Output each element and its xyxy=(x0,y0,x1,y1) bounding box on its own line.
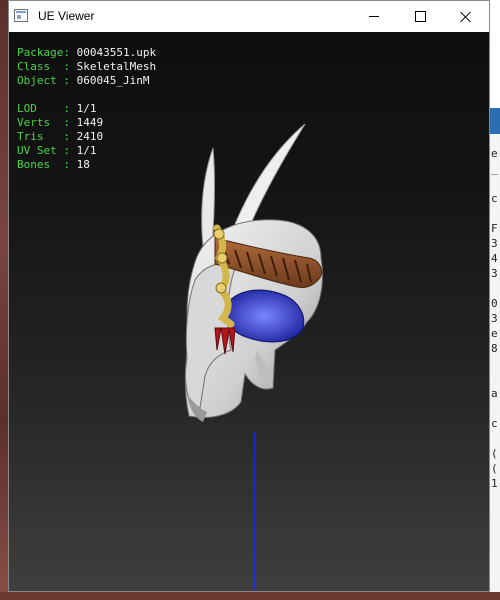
desktop-background-left xyxy=(0,0,8,600)
close-button[interactable] xyxy=(443,1,489,32)
headdress-mesh-render xyxy=(184,123,323,422)
z-axis-line xyxy=(254,432,255,590)
maximize-icon xyxy=(414,11,426,22)
minimize-icon xyxy=(369,16,379,17)
3d-viewport[interactable]: Package: 00043551.upk Class : SkeletalMe… xyxy=(9,32,489,591)
gold-bead-2 xyxy=(216,252,228,264)
minimize-button[interactable] xyxy=(351,1,397,32)
gold-bead-1 xyxy=(213,228,225,240)
app-icon xyxy=(14,9,28,22)
background-window-header xyxy=(490,0,500,108)
background-window-text: e _ c F 3 4 3 0 3 e 8 a c ( ( 1 xyxy=(491,147,498,490)
gold-bead-3 xyxy=(215,282,227,294)
background-window-edge: e _ c F 3 4 3 0 3 e 8 a c ( ( 1 xyxy=(490,0,500,600)
maximize-button[interactable] xyxy=(397,1,443,32)
ue-viewer-window: UE Viewer Package: 00043551.upk Class : … xyxy=(8,0,490,592)
close-icon xyxy=(460,11,472,23)
title-bar[interactable]: UE Viewer xyxy=(9,1,489,32)
desktop-background-bottom xyxy=(0,592,500,600)
background-window-accent xyxy=(490,108,500,134)
window-title: UE Viewer xyxy=(38,9,95,23)
